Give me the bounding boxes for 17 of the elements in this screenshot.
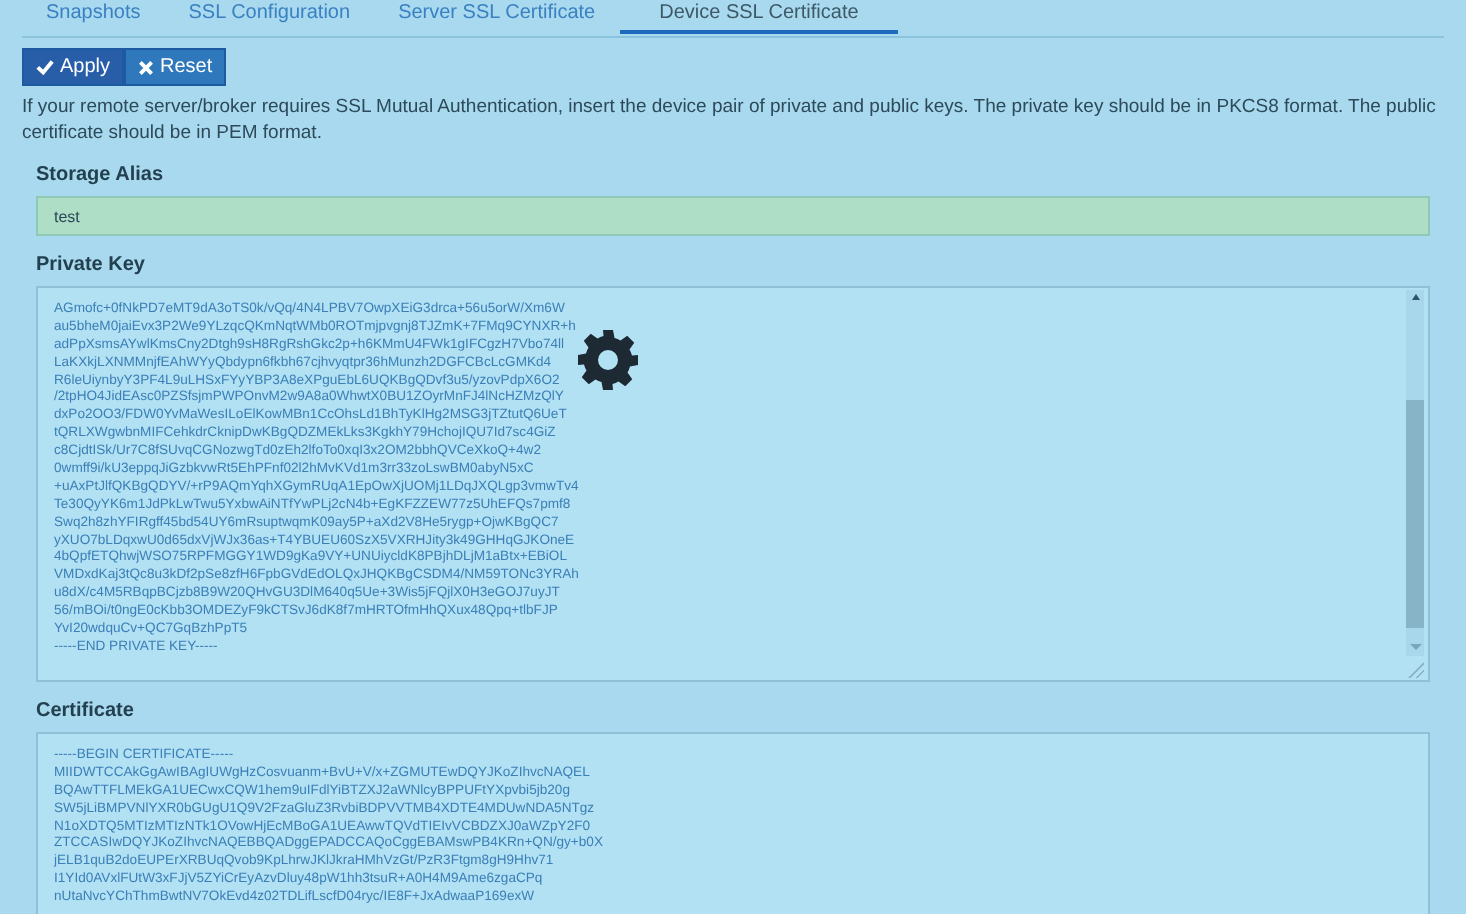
field-label: Certificate [36,700,136,726]
field-label: Storage Alias [36,164,166,190]
apply-button[interactable]: Apply [22,48,125,86]
tab[interactable]: Snapshots [22,0,165,34]
check-icon [36,58,54,76]
tab[interactable]: Server SSL Certificate [374,0,620,34]
tab[interactable]: Device SSL Certificate [619,0,899,34]
close-icon [138,59,155,75]
reset-button[interactable]: Reset [124,48,227,86]
tab[interactable]: SSL Configuration [164,0,375,34]
description-text: If your remote server/broker requires SSL Mutual Authentication, insert the device pair of private and public keys. The private key should be in PKCS8 format. The public certificate should be in PEM format. [22,94,1438,146]
field-label: Private Key [36,254,147,280]
text-area[interactable] [36,732,1430,914]
text-area[interactable] [36,286,1430,682]
scrollbar[interactable] [1406,290,1424,656]
input-field[interactable]: test [36,196,1430,236]
resize-handle[interactable] [1406,660,1424,678]
